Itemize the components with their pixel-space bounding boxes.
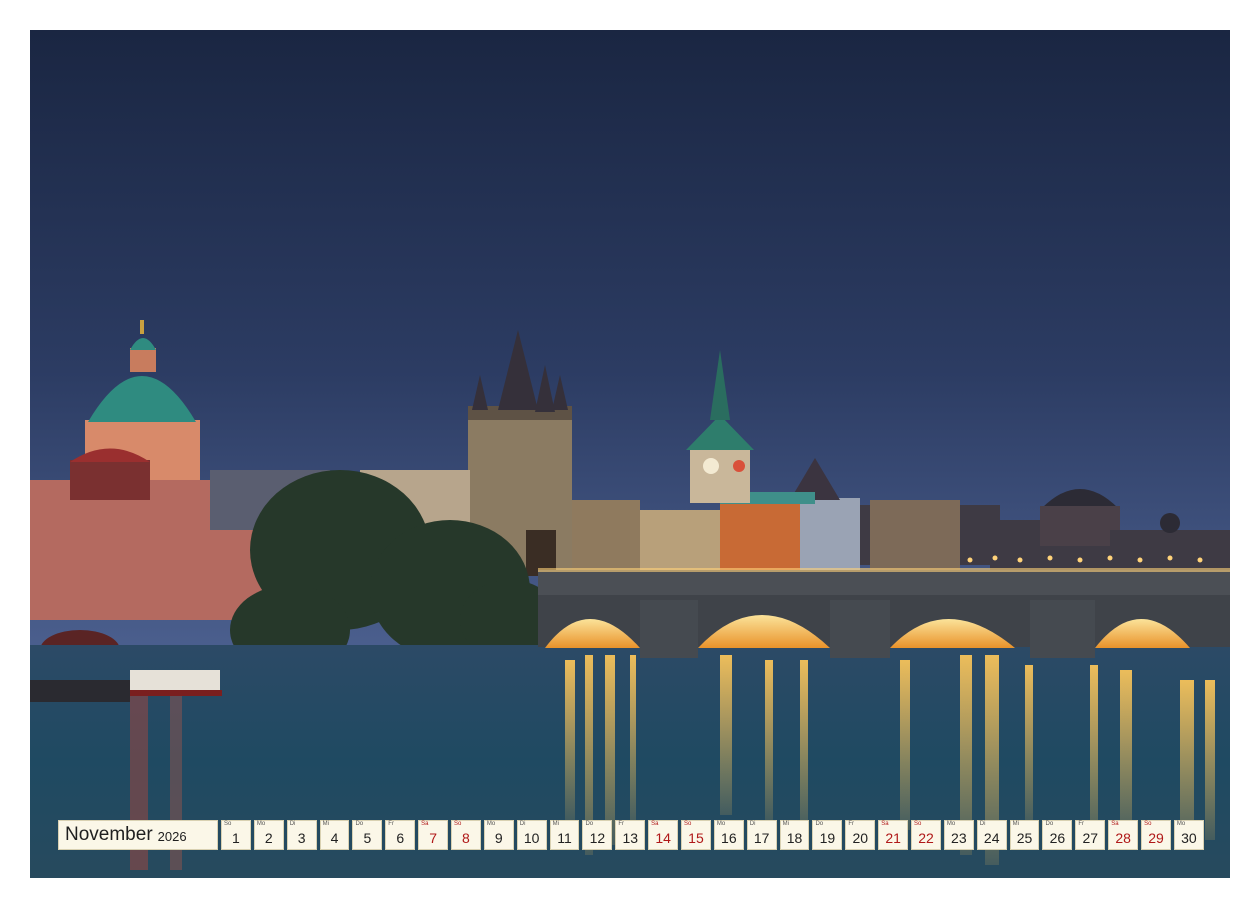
weekday-label: Mo: [486, 821, 496, 827]
weekday-label: Mi: [322, 821, 329, 827]
weekday-label: Mi: [782, 821, 789, 827]
weekday-label: So: [224, 821, 232, 827]
weekday-label: Do: [355, 821, 364, 827]
day-number: 11: [557, 830, 572, 846]
day-number: 29: [1148, 830, 1164, 846]
calendar-day: Sa 14: [648, 820, 679, 850]
day-number: 1: [232, 830, 240, 846]
calendar-day: Mo 23: [943, 820, 974, 850]
day-number: 4: [330, 830, 339, 846]
weekday-label: So: [454, 821, 462, 827]
calendar-day: Mo 2: [253, 820, 284, 850]
calendar-day: Mi 4: [319, 820, 350, 850]
weekday-label: Fr: [848, 821, 854, 827]
weekday-label: Fr: [1078, 821, 1085, 827]
calendar-day: So 15: [681, 820, 711, 850]
day-number: 15: [688, 830, 704, 846]
weekday-label: Mo: [256, 821, 266, 827]
weekday-label: Do: [815, 821, 824, 827]
calendar-day: Sa 21: [878, 820, 909, 850]
calendar-day: Do 12: [582, 820, 613, 850]
photo-prague-charles-bridge: [30, 30, 1230, 878]
weekday-label: Sa: [1111, 821, 1119, 827]
weekday-label: Mo: [946, 821, 956, 827]
day-number: 20: [852, 830, 869, 846]
weekday-label: So: [914, 821, 922, 827]
month-year: 2026: [157, 829, 187, 844]
weekday-label: Fr: [618, 821, 624, 827]
weekday-label: Di: [979, 821, 986, 827]
day-number: 24: [983, 830, 1000, 846]
calendar-day: Mi 18: [779, 820, 810, 850]
weekday-label: Fr: [388, 821, 394, 827]
calendar-day: Di 24: [976, 820, 1007, 850]
calendar-day: So 8: [451, 820, 481, 850]
day-number: 22: [918, 830, 934, 846]
calendar-day: Sa 28: [1108, 820, 1139, 850]
day-number: 8: [462, 830, 470, 846]
weekday-label: Mi: [1012, 821, 1019, 827]
charles-bridge: [538, 568, 1230, 658]
day-number: 14: [655, 830, 671, 846]
day-number: 9: [494, 830, 503, 846]
day-number: 25: [1016, 830, 1033, 846]
calendar-day: Mo 9: [483, 820, 514, 850]
weekday-label: Mi: [552, 821, 559, 827]
day-number: 17: [753, 830, 770, 846]
calendar-day: Di 17: [746, 820, 777, 850]
day-number: 27: [1082, 830, 1099, 846]
calendar-day: Mo 16: [713, 820, 744, 850]
weekday-label: Di: [519, 821, 526, 827]
weekday-label: Sa: [421, 821, 429, 827]
month-name: November: [65, 824, 153, 845]
calendar-day: Fr 13: [615, 820, 646, 850]
day-number: 26: [1049, 830, 1066, 846]
day-number: 30: [1181, 830, 1197, 846]
calendar-day: Mo 30: [1173, 820, 1204, 850]
day-number: 5: [363, 830, 372, 846]
weekday-label: Do: [585, 821, 594, 827]
day-cells: So 1 Mo 2 Di 3 Mi 4 Do 5 Fr 6 Sa 7 So 8 Mo 9 Di 10 Mi 11 Do 12 F…: [221, 820, 1204, 850]
weekday-label: So: [684, 821, 692, 827]
weekday-label: Sa: [881, 821, 889, 827]
month-label: November 2026: [58, 820, 218, 850]
day-number: 23: [951, 830, 967, 846]
weekday-label: Do: [1045, 821, 1054, 827]
calendar-day: Mi 25: [1009, 820, 1040, 850]
calendar-day: So 29: [1141, 820, 1171, 850]
calendar-day: So 22: [911, 820, 941, 850]
calendar-strip: November 2026 So 1 Mo 2 Di 3 Mi 4 Do 5 Fr 6 Sa 7 So 8 Mo…: [58, 820, 1204, 850]
calendar-day: Mi 11: [549, 820, 580, 850]
calendar-day: Do 26: [1042, 820, 1073, 850]
calendar-day: Fr 27: [1075, 820, 1106, 850]
day-number: 16: [721, 830, 737, 846]
day-number: 21: [885, 830, 901, 846]
day-number: 28: [1115, 830, 1131, 846]
weekday-label: So: [1144, 821, 1152, 827]
weekday-label: Mo: [716, 821, 726, 827]
day-number: 12: [589, 830, 606, 846]
weekday-label: Mo: [1176, 821, 1186, 827]
calendar-day: Sa 7: [418, 820, 449, 850]
day-number: 10: [523, 830, 540, 846]
calendar-day: Fr 20: [845, 820, 876, 850]
calendar-day: Do 5: [352, 820, 383, 850]
calendar-day: Fr 6: [385, 820, 416, 850]
day-number: 3: [297, 830, 306, 846]
day-number: 7: [429, 830, 437, 846]
day-number: 19: [819, 830, 836, 846]
calendar-day: Di 3: [286, 820, 317, 850]
calendar-day: Di 10: [516, 820, 547, 850]
day-number: 2: [264, 830, 273, 846]
weekday-label: Di: [289, 821, 296, 827]
day-number: 6: [396, 830, 405, 846]
weekday-label: Sa: [651, 821, 659, 827]
weekday-label: Di: [749, 821, 756, 827]
calendar-day: Do 19: [812, 820, 843, 850]
calendar-day: So 1: [221, 820, 251, 850]
day-number: 13: [622, 830, 639, 846]
day-number: 18: [786, 830, 803, 846]
